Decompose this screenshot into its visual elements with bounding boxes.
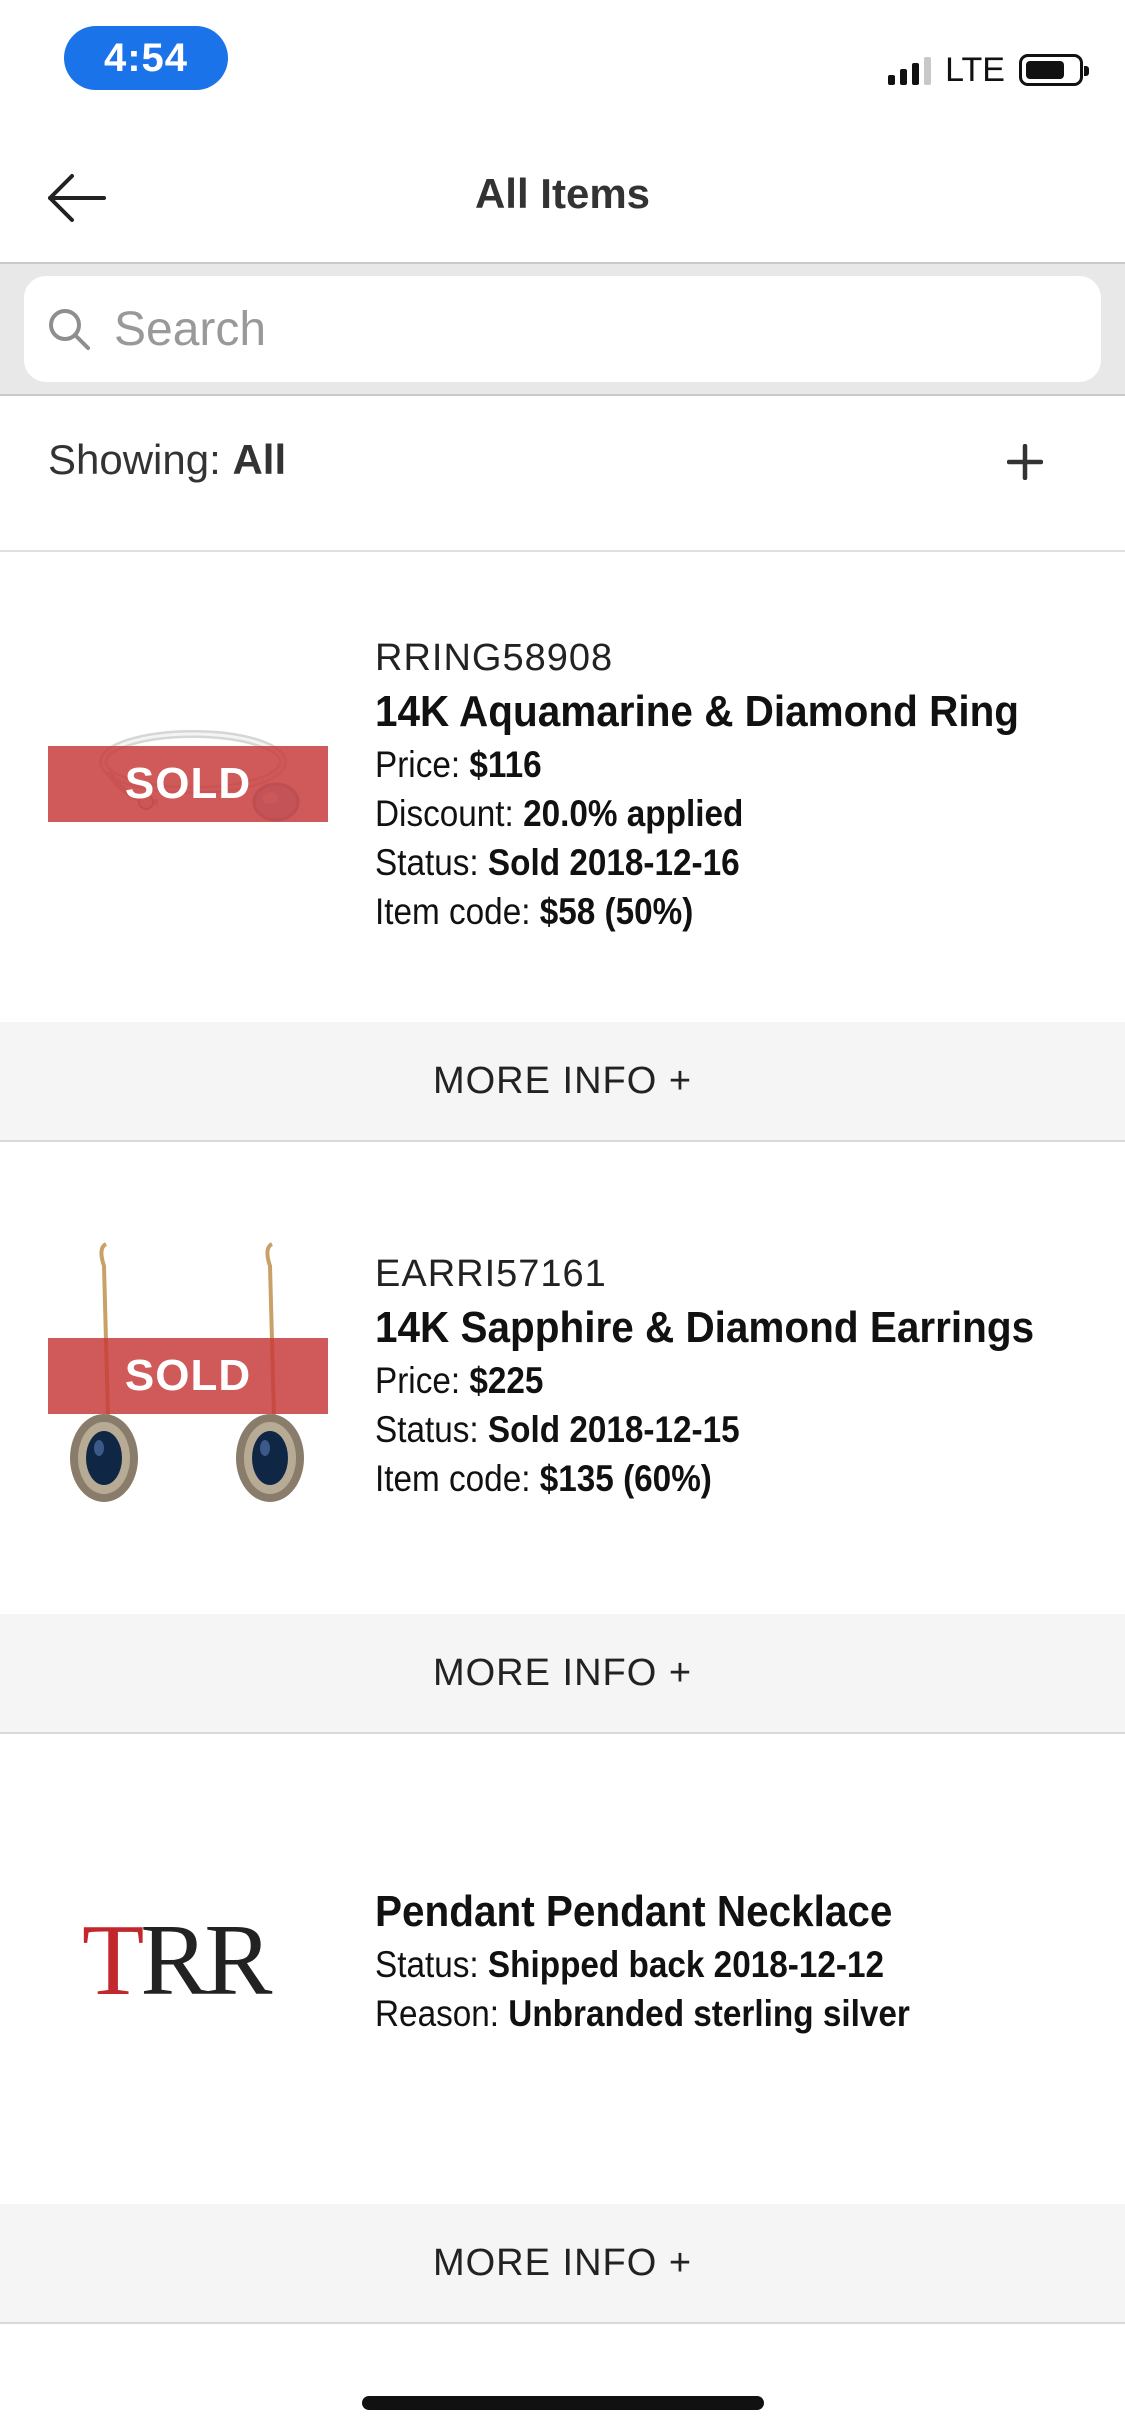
item-name: 14K Sapphire & Diamond Earrings: [375, 1303, 1035, 1352]
item-detail-status: Status: Sold 2018-12-16: [375, 842, 740, 883]
filter-row: Showing: All: [0, 396, 1125, 552]
home-indicator[interactable]: [362, 2396, 764, 2410]
more-info-button[interactable]: MORE INFO +: [0, 2204, 1125, 2324]
item-detail-reason: Reason: Unbranded sterling silver: [375, 1993, 910, 2034]
search-input[interactable]: [112, 300, 1016, 358]
search-section: [0, 264, 1125, 396]
sold-badge: SOLD: [48, 1338, 328, 1414]
status-time: 4:54: [64, 26, 228, 90]
filter-value: All: [232, 436, 287, 483]
sold-badge: SOLD: [48, 746, 328, 822]
status-bar: 4:54 LTE: [0, 0, 1125, 130]
status-indicators: LTE: [888, 48, 1089, 92]
item-info: Pendant Pendant Necklace Status: Shipped…: [375, 1884, 1095, 2038]
search-icon: [49, 309, 90, 350]
plus-icon[interactable]: [1007, 444, 1043, 480]
item-detail-discount: Discount: 20.0% applied: [375, 793, 744, 834]
item-detail-status: Status: Shipped back 2018-12-12: [375, 1944, 885, 1985]
item-name: Pendant Pendant Necklace: [375, 1887, 893, 1936]
filter-label-text: Showing:: [48, 436, 221, 483]
item-detail-price: Price: $116: [375, 744, 542, 785]
item-sku: RRING58908: [375, 637, 614, 679]
trr-logo: TRR: [82, 1904, 272, 2017]
page-title: All Items: [474, 170, 651, 217]
more-info-button[interactable]: MORE INFO +: [0, 1614, 1125, 1734]
battery-icon: [1019, 54, 1089, 86]
network-label: LTE: [945, 50, 1005, 89]
item-detail-item-code: Item code: $135 (60%): [375, 1458, 712, 1499]
nav-bar: All Items: [0, 130, 1125, 264]
item-detail-price: Price: $225: [375, 1360, 544, 1401]
filter-label[interactable]: Showing: All: [48, 436, 286, 484]
more-info-button[interactable]: MORE INFO +: [0, 1022, 1125, 1142]
item-detail-status: Status: Sold 2018-12-15: [375, 1409, 740, 1450]
signal-icon: [888, 55, 932, 85]
item-info: RRING58908 14K Aquamarine & Diamond Ring…: [375, 632, 1095, 936]
item-sku: EARRI57161: [375, 1253, 607, 1295]
item-info: EARRI57161 14K Sapphire & Diamond Earrin…: [375, 1248, 1095, 1503]
search-box[interactable]: [24, 276, 1101, 382]
item-detail-item-code: Item code: $58 (50%): [375, 891, 694, 932]
item-name: 14K Aquamarine & Diamond Ring: [375, 687, 1020, 736]
